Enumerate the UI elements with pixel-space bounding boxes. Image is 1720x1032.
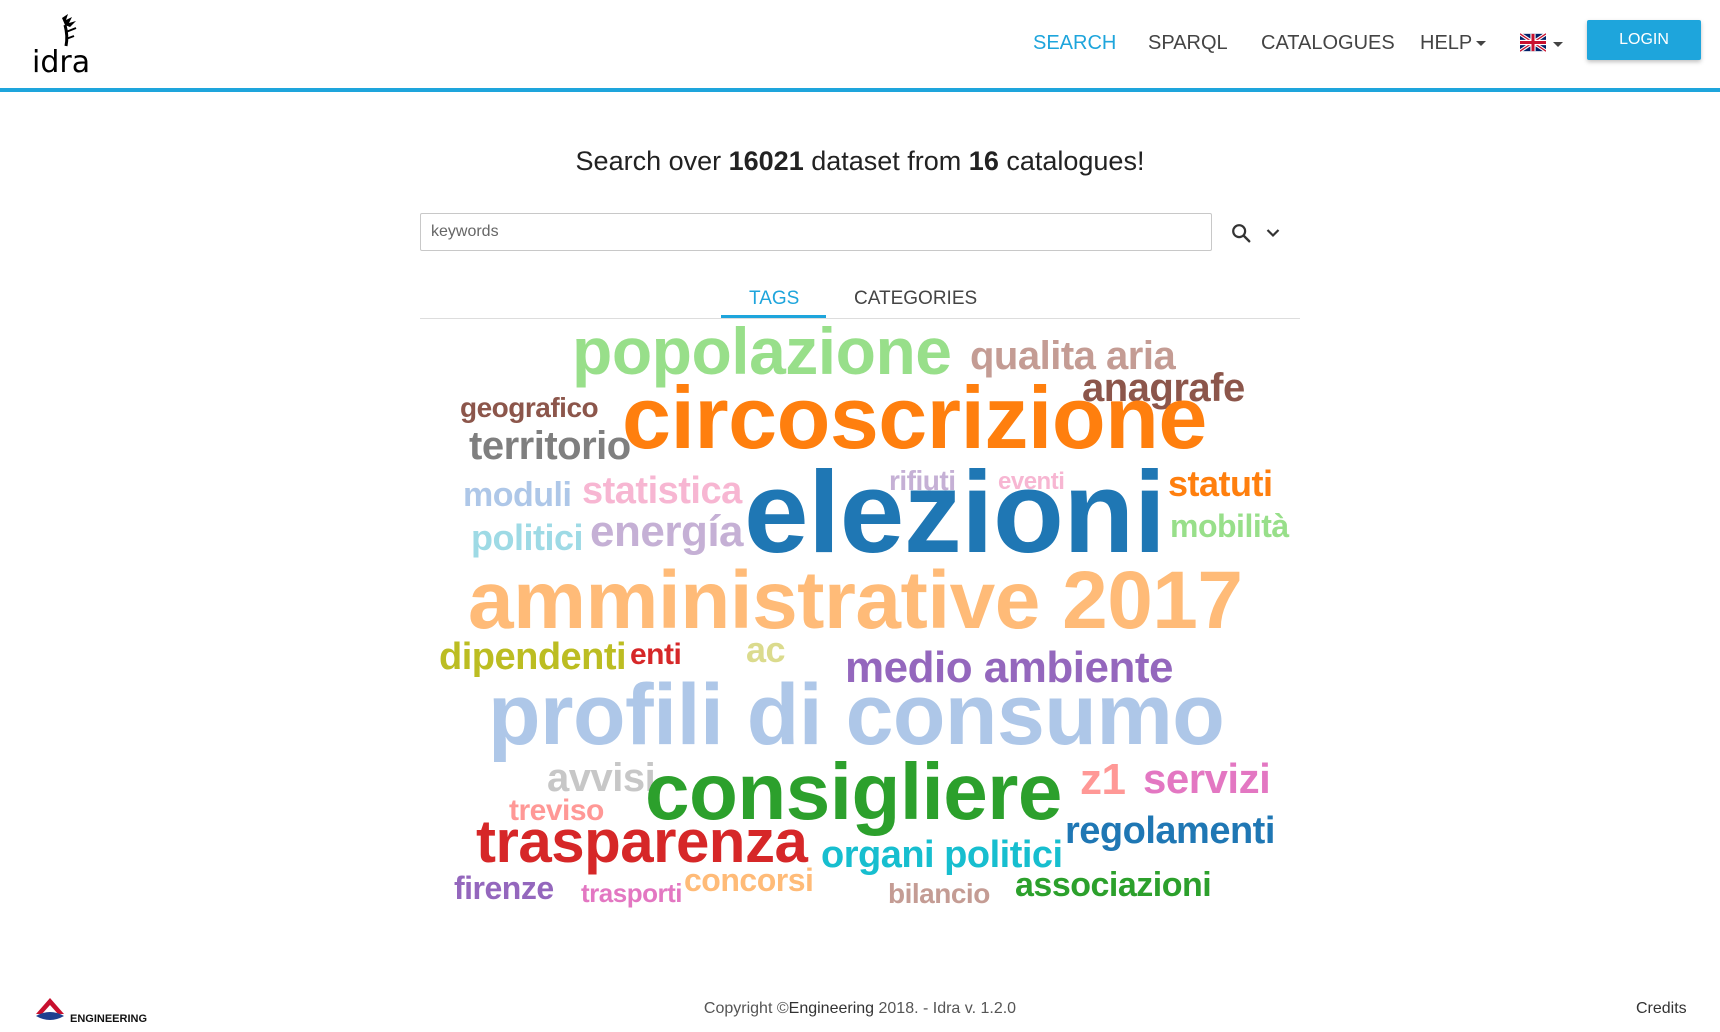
tag-servizi[interactable]: servizi — [1143, 758, 1271, 800]
idra-logo[interactable]: idra — [32, 12, 112, 76]
tag-regolamenti[interactable]: regolamenti — [1065, 812, 1275, 850]
copyright: Copyright ©Engineering 2018. - Idra v. 1… — [0, 1000, 1720, 1018]
headline-middle: dataset from — [803, 146, 969, 176]
tag-trasporti[interactable]: trasporti — [581, 880, 682, 906]
logo-text: idra — [32, 45, 90, 76]
tag-firenze[interactable]: firenze — [454, 872, 554, 904]
headline-suffix: catalogues! — [998, 146, 1145, 176]
tag-energía[interactable]: energía — [590, 510, 744, 554]
headline-prefix: Search over — [575, 146, 729, 176]
chevron-down-icon[interactable] — [1266, 228, 1280, 238]
uk-flag-icon[interactable] — [1520, 33, 1546, 52]
credits-link[interactable]: Credits — [1636, 1000, 1687, 1018]
tag-profili-di-consumo[interactable]: profili di consumo — [488, 672, 1225, 758]
nav-catalogues[interactable]: CATALOGUES — [1261, 32, 1395, 55]
tag-avvisi[interactable]: avvisi — [547, 758, 656, 798]
tag-enti[interactable]: enti — [630, 640, 682, 670]
nav-help[interactable]: HELP — [1420, 32, 1487, 55]
copyright-prefix: Copyright © — [703, 1000, 789, 1017]
catalogue-count: 16 — [968, 146, 999, 176]
nav-search[interactable]: SEARCH — [1033, 32, 1116, 55]
tag-statuti[interactable]: statuti — [1168, 466, 1273, 502]
tag-amministrative-2017[interactable]: amministrative 2017 — [468, 560, 1243, 642]
caret-down-icon — [1476, 41, 1487, 47]
copyright-suffix: 2018. - Idra v. 1.2.0 — [874, 1000, 1017, 1017]
tag-mobilità[interactable]: mobilità — [1170, 510, 1289, 542]
tag-politici[interactable]: politici — [471, 520, 584, 556]
tag-associazioni[interactable]: associazioni — [1015, 868, 1212, 902]
search-headline: Search over 16021 dataset from 16 catalo… — [0, 146, 1720, 177]
tag-bilancio[interactable]: bilancio — [888, 880, 990, 908]
tag-concorsi[interactable]: concorsi — [684, 864, 814, 896]
tag-z1[interactable]: z1 — [1080, 758, 1126, 802]
search-icon[interactable] — [1230, 222, 1252, 244]
nav-sparql[interactable]: SPARQL — [1148, 32, 1228, 55]
search-input[interactable] — [420, 213, 1212, 251]
tag-statistica[interactable]: statistica — [582, 472, 742, 510]
copyright-brand: Engineering — [788, 1000, 875, 1017]
tab-tags[interactable]: TAGS — [749, 288, 799, 310]
tag-geografico[interactable]: geografico — [460, 394, 599, 422]
tag-territorio[interactable]: territorio — [469, 426, 631, 466]
tab-categories[interactable]: CATEGORIES — [854, 288, 977, 310]
top-navbar: idra SEARCH SPARQL CATALOGUES HELP LOGIN — [0, 0, 1720, 92]
language-caret-icon[interactable] — [1553, 42, 1563, 47]
tag-ac[interactable]: ac — [746, 632, 786, 668]
dataset-count: 16021 — [728, 146, 804, 176]
tag-elezioni[interactable]: elezioni — [744, 454, 1166, 570]
tag-moduli[interactable]: moduli — [463, 478, 572, 512]
nav-help-label: HELP — [1420, 32, 1473, 54]
login-button[interactable]: LOGIN — [1587, 20, 1701, 60]
